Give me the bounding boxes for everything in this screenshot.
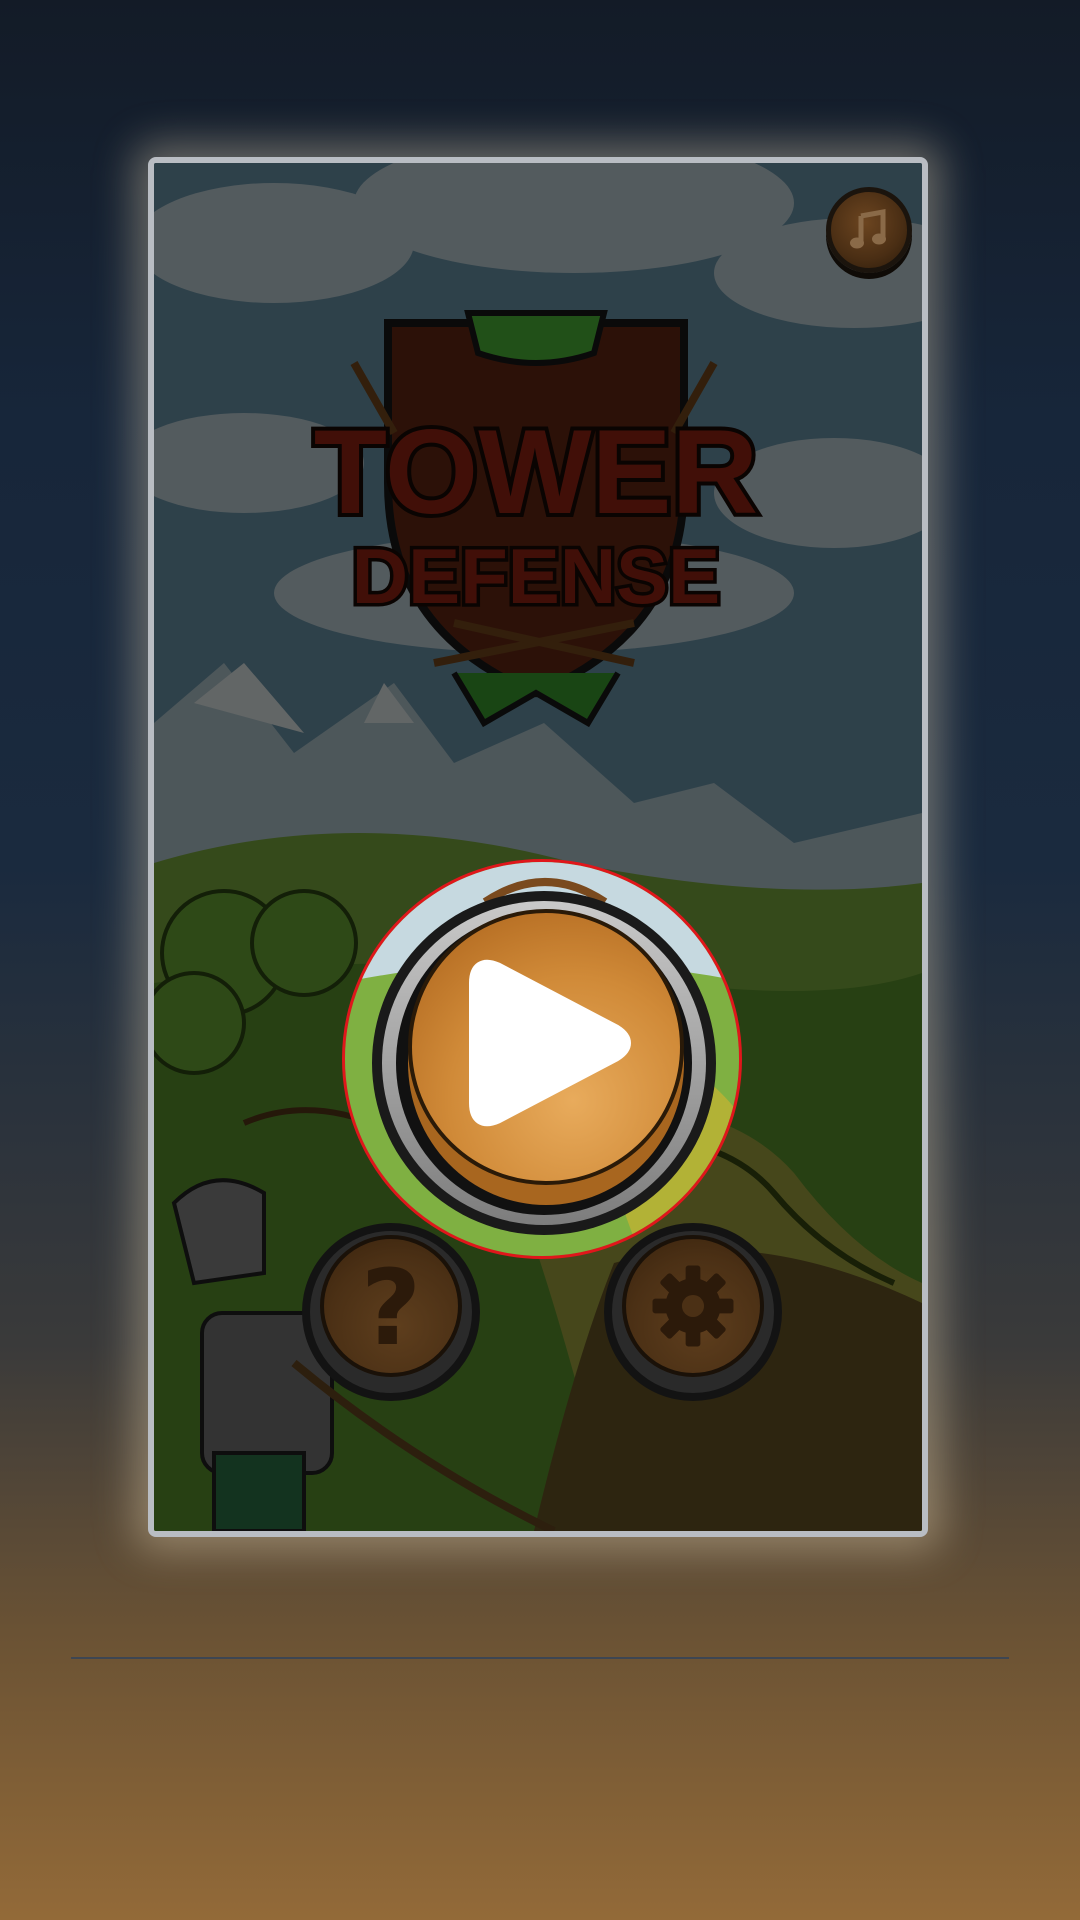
play-icon — [469, 959, 631, 1127]
background-scene: TOWER DEFENSE — [154, 163, 922, 1531]
settings-button[interactable] — [604, 1223, 782, 1401]
gear-icon — [652, 1265, 734, 1347]
music-note-icon — [850, 209, 886, 249]
title-tower: TOWER — [314, 405, 758, 539]
help-button[interactable]: ? — [302, 1223, 480, 1401]
divider-line — [71, 1657, 1009, 1659]
question-icon: ? — [360, 1247, 422, 1369]
game-frame: TOWER DEFENSE ? — [148, 157, 928, 1537]
play-button[interactable] — [372, 891, 716, 1235]
title-defense: DEFENSE — [352, 532, 720, 620]
music-toggle-button[interactable] — [826, 187, 912, 273]
